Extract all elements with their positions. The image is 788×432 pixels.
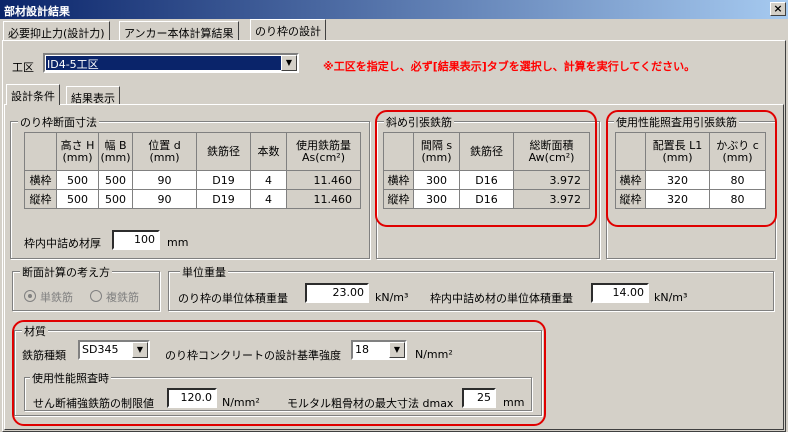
fill-weight-unit: kN/m³: [654, 291, 688, 304]
col-aw: 総断面積 Aw(cm²): [513, 132, 590, 171]
table-cell[interactable]: 500: [56, 189, 99, 209]
row-label: 横枠: [383, 170, 414, 190]
rebar-type-select[interactable]: SD345 ▼: [78, 340, 150, 360]
dmax-input[interactable]: 25: [462, 388, 496, 408]
table-cell[interactable]: 90: [132, 170, 197, 190]
calc-method-title: 断面計算の考え方: [20, 264, 112, 280]
table-cell[interactable]: 80: [709, 170, 766, 190]
row-label: 縦枠: [615, 189, 646, 209]
shear-limit-input[interactable]: 120.0: [167, 388, 217, 408]
tab-result-display[interactable]: 結果表示: [66, 86, 120, 105]
notice-text: ※工区を指定し、必ず[結果表示]タブを選択し、計算を実行してください。: [323, 60, 696, 73]
chevron-down-icon[interactable]: ▼: [389, 342, 405, 358]
frame-weight-label: のり枠の単位体積重量: [178, 292, 288, 305]
table-cell: 11.460: [286, 170, 361, 190]
table-cell[interactable]: 4: [250, 189, 287, 209]
diagonal-table: 間隔 s (mm) 鉄筋径 総断面積 Aw(cm²) 横枠 300 D16 3.…: [383, 132, 590, 209]
table-cell: 3.972: [513, 170, 590, 190]
col-cover: かぶり c (mm): [709, 132, 766, 171]
radio-single[interactable]: [24, 290, 36, 302]
radio-single-label: 単鉄筋: [40, 291, 73, 304]
concrete-strength-value: 18: [355, 343, 369, 356]
tab-required-force[interactable]: 必要抑止力(設計力): [3, 21, 110, 40]
table-cell[interactable]: 4: [250, 170, 287, 190]
fill-thickness-input[interactable]: 100: [112, 230, 160, 250]
chevron-down-icon[interactable]: ▼: [132, 342, 148, 358]
tab-frame-design[interactable]: のり枠の設計: [250, 19, 326, 40]
col-height: 高さ H (mm): [56, 132, 99, 171]
table-cell[interactable]: 90: [132, 189, 197, 209]
diagonal-title: 斜め引張鉄筋: [384, 114, 454, 130]
table-cell[interactable]: D19: [196, 189, 251, 209]
tab-anchor-result[interactable]: アンカー本体計算結果: [119, 21, 239, 40]
tab-design-conditions[interactable]: 設計条件: [6, 84, 60, 105]
fill-thickness-unit: mm: [167, 236, 189, 249]
table-cell[interactable]: 500: [98, 170, 133, 190]
table-cell[interactable]: 500: [56, 170, 99, 190]
table-cell[interactable]: 320: [645, 189, 710, 209]
table-row: 横枠 300 D16 3.972: [383, 170, 590, 190]
rebar-type-label: 鉄筋種類: [22, 349, 66, 362]
frame-weight-unit: kN/m³: [375, 291, 409, 304]
shear-limit-unit: N/mm²: [222, 396, 260, 409]
table-row: 縦枠 500 500 90 D19 4 11.460: [24, 189, 361, 209]
table-row: 縦枠 300 D16 3.972: [383, 189, 590, 209]
material-title: 材質: [22, 323, 48, 339]
row-label: 横枠: [24, 170, 57, 190]
frame-section-table: 高さ H (mm) 幅 B (mm) 位置 d (mm) 鉄筋径 本数 使用鉄筋…: [24, 132, 361, 209]
dmax-unit: mm: [503, 396, 525, 409]
row-label: 縦枠: [383, 189, 414, 209]
radio-double-label: 複鉄筋: [106, 291, 139, 304]
row-label: 横枠: [615, 170, 646, 190]
close-button[interactable]: ×: [770, 2, 786, 16]
table-cell: 3.972: [513, 189, 590, 209]
window-titlebar: 部材設計結果: [0, 0, 788, 19]
table-cell: 11.460: [286, 189, 361, 209]
window-title: 部材設計結果: [4, 5, 70, 18]
table-cell[interactable]: 300: [413, 189, 460, 209]
table-cell[interactable]: 300: [413, 170, 460, 190]
col-count: 本数: [250, 132, 287, 171]
concrete-strength-unit: N/mm²: [415, 348, 453, 361]
fill-weight-input[interactable]: 14.00: [591, 283, 649, 303]
table-row: 横枠 500 500 90 D19 4 11.460: [24, 170, 361, 190]
concrete-strength-select[interactable]: 18 ▼: [351, 340, 407, 360]
dmax-label: モルタル粗骨材の最大寸法 dmax: [287, 397, 454, 410]
service-check-title: 使用性能照査時: [30, 370, 111, 386]
table-cell[interactable]: 500: [98, 189, 133, 209]
concrete-strength-label: のり枠コンクリートの設計基準強度: [165, 349, 341, 362]
col-as: 使用鉄筋量 As(cm²): [286, 132, 361, 171]
rebar-type-value: SD345: [82, 343, 119, 356]
table-cell[interactable]: 80: [709, 189, 766, 209]
fill-thickness-label: 枠内中詰め材厚: [24, 237, 101, 250]
frame-weight-input[interactable]: 23.00: [305, 283, 369, 303]
fill-weight-label: 枠内中詰め材の単位体積重量: [430, 292, 573, 305]
service-rebar-title: 使用性能照査用引張鉄筋: [614, 114, 739, 130]
table-cell[interactable]: D19: [196, 170, 251, 190]
col-width: 幅 B (mm): [98, 132, 133, 171]
koku-value: ID4-5工区: [47, 58, 99, 71]
col-spacing: 間隔 s (mm): [413, 132, 460, 171]
chevron-down-icon[interactable]: ▼: [281, 55, 297, 71]
col-length: 配置長 L1 (mm): [645, 132, 710, 171]
frame-section-title: のり枠断面寸法: [18, 114, 99, 130]
col-rebar: 鉄筋径: [196, 132, 251, 171]
service-rebar-table: 配置長 L1 (mm) かぶり c (mm) 横枠 320 80 縦枠 320 …: [615, 132, 766, 209]
koku-select[interactable]: ID4-5工区 ▼: [43, 53, 299, 73]
shear-limit-label: せん断補強鉄筋の制限値: [33, 397, 154, 410]
table-row: 縦枠 320 80: [615, 189, 766, 209]
radio-double[interactable]: [90, 290, 102, 302]
koku-label: 工区: [12, 61, 34, 74]
col-position: 位置 d (mm): [132, 132, 197, 171]
unit-weight-title: 単位重量: [180, 264, 228, 280]
table-cell[interactable]: D16: [459, 170, 514, 190]
table-row: 横枠 320 80: [615, 170, 766, 190]
table-cell[interactable]: D16: [459, 189, 514, 209]
table-cell[interactable]: 320: [645, 170, 710, 190]
col-rebar: 鉄筋径: [459, 132, 514, 171]
row-label: 縦枠: [24, 189, 57, 209]
